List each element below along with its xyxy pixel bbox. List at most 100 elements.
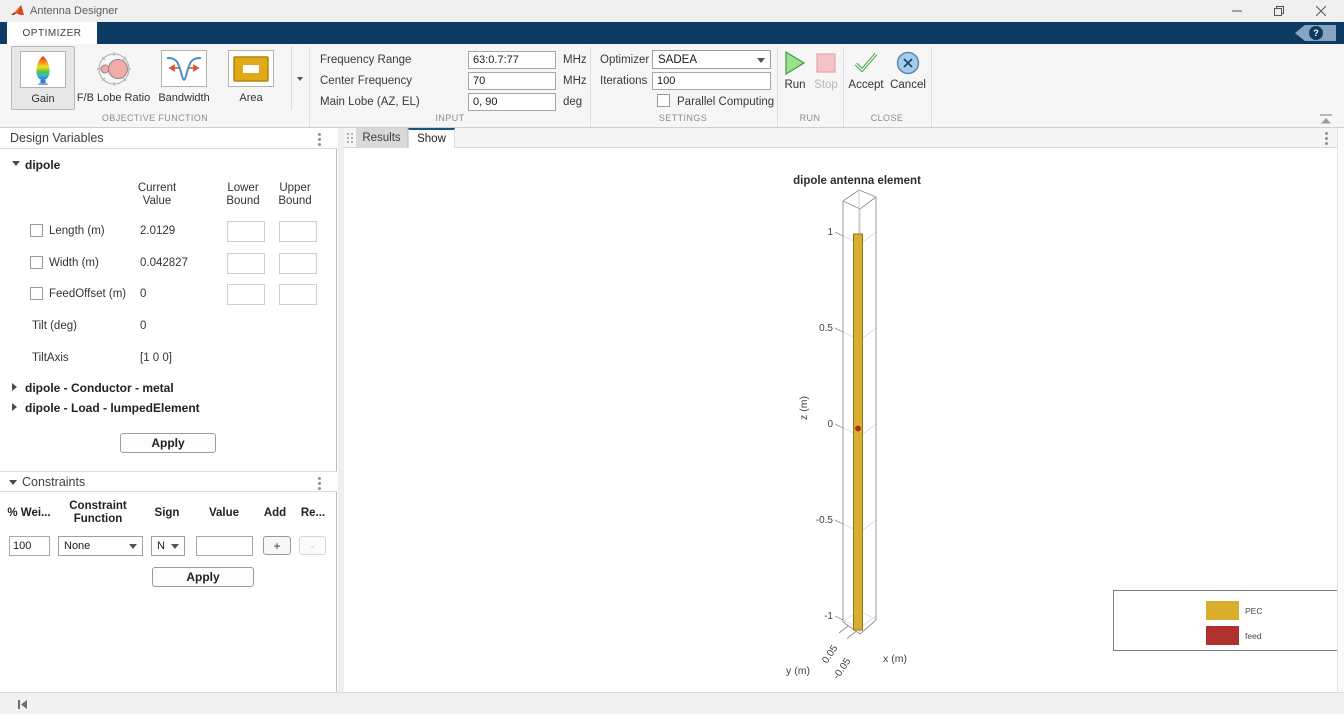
center-frequency-input[interactable]	[468, 72, 556, 90]
run-button[interactable]: Run	[781, 51, 809, 91]
objective-bandwidth-label: Bandwidth	[158, 92, 209, 104]
toolstrip-tab-bar: OPTIMIZER	[0, 22, 1344, 44]
tree-node-conductor-label: dipole - Conductor - metal	[25, 381, 174, 395]
z-tick-m1: -1	[824, 611, 833, 622]
z-tick-0p5: 0.5	[819, 323, 833, 334]
legend-label-feed: feed	[1245, 631, 1262, 641]
constraints-apply-button[interactable]: Apply	[152, 567, 254, 587]
accept-check-icon	[853, 51, 879, 75]
feedoffset-current-value: 0	[140, 288, 146, 300]
iterations-input[interactable]	[652, 72, 771, 90]
close-window-button[interactable]	[1306, 0, 1336, 22]
viewer-tab-bar: Results Show	[344, 128, 1337, 148]
z-tick-1: 1	[827, 227, 833, 238]
tiltaxis-label: TiltAxis	[32, 352, 69, 364]
kebab-menu-icon[interactable]	[1325, 132, 1328, 135]
kebab-menu-icon[interactable]	[318, 133, 321, 136]
tree-node-conductor[interactable]: dipole - Conductor - metal	[0, 379, 337, 397]
parallel-computing-checkbox[interactable]	[657, 94, 670, 107]
accept-label: Accept	[848, 79, 883, 91]
width-upper-bound-input[interactable]	[279, 253, 317, 274]
frequency-range-unit: MHz	[563, 51, 587, 69]
main-lobe-unit: deg	[563, 93, 582, 111]
drag-handle[interactable]	[347, 133, 354, 144]
minimize-button[interactable]	[1222, 0, 1252, 22]
feed-point	[855, 426, 860, 431]
col-constraint-function: Constraint Function	[57, 500, 139, 526]
accept-button[interactable]: Accept	[848, 51, 884, 91]
antenna-designer-window: Antenna Designer OPTIMIZER ?	[0, 0, 1344, 714]
window-title: Antenna Designer	[30, 0, 118, 22]
chevron-down-icon	[171, 544, 179, 553]
x-axis-label: x (m)	[883, 653, 907, 665]
plot-title: dipole antenna element	[793, 175, 921, 187]
stop-button[interactable]: Stop	[811, 51, 841, 91]
objective-gallery-dropdown[interactable]	[291, 46, 308, 110]
tab-optimizer[interactable]: OPTIMIZER	[7, 22, 97, 44]
optimizer-value: SADEA	[658, 54, 697, 66]
design-variables-title: Design Variables	[10, 131, 104, 145]
z-tick-marks	[835, 232, 843, 620]
objective-fb-lobe-ratio-label: F/B Lobe Ratio	[77, 92, 150, 104]
col-upper-bound: Upper Bound	[272, 182, 318, 208]
matlab-logo-icon	[10, 4, 26, 18]
add-constraint-button[interactable]: +	[263, 536, 291, 555]
collapse-triangle-icon[interactable]	[9, 480, 17, 489]
status-bar	[0, 692, 1344, 714]
design-variables-apply-button[interactable]: Apply	[120, 433, 216, 453]
objective-bandwidth-button[interactable]: Bandwidth	[154, 46, 214, 110]
antenna-3d-plot[interactable]: dipole antenna element	[700, 160, 1000, 690]
col-current-value: Current Value	[128, 182, 186, 208]
parallel-computing-label: Parallel Computing	[677, 93, 774, 111]
tree-node-load[interactable]: dipole - Load - lumpedElement	[0, 399, 337, 417]
length-checkbox[interactable]	[30, 224, 43, 237]
bandwidth-icon	[161, 50, 207, 87]
tab-results[interactable]: Results	[356, 128, 408, 148]
col-lower-bound: Lower Bound	[220, 182, 266, 208]
feedoffset-checkbox[interactable]	[30, 287, 43, 300]
objective-fb-lobe-ratio-button[interactable]: F/B Lobe Ratio	[74, 46, 153, 110]
area-icon	[228, 50, 274, 87]
dipole-strip	[854, 234, 863, 630]
title-bar: Antenna Designer	[0, 0, 1344, 22]
constraints-title: Constraints	[22, 475, 85, 489]
kebab-menu-icon[interactable]	[318, 477, 321, 480]
constraint-value-input[interactable]	[196, 536, 253, 556]
frequency-range-input[interactable]	[468, 51, 556, 69]
feedoffset-upper-bound-input[interactable]	[279, 284, 317, 305]
remove-constraint-button[interactable]: -	[299, 536, 326, 555]
y-tick-0p05: 0.05	[820, 643, 840, 666]
left-panel: Design Variables dipole Current Value Lo…	[0, 128, 337, 692]
design-variables-header: Design Variables	[0, 128, 337, 149]
weight-input[interactable]	[9, 536, 50, 556]
chevron-down-icon	[297, 77, 303, 84]
objective-gain-button[interactable]: Gain	[11, 46, 75, 110]
tree-node-dipole[interactable]: dipole	[0, 156, 337, 174]
collapse-ribbon-button[interactable]	[1318, 114, 1334, 125]
restore-button[interactable]	[1264, 0, 1294, 22]
run-section-label: RUN	[777, 113, 843, 127]
constraint-function-dropdown[interactable]: None	[58, 536, 143, 556]
help-icon: ?	[1309, 26, 1323, 40]
cancel-button[interactable]: Cancel	[890, 51, 926, 91]
optimizer-label: Optimizer	[600, 51, 649, 69]
width-checkbox[interactable]	[30, 256, 43, 269]
main-lobe-input[interactable]	[468, 93, 556, 111]
run-label: Run	[784, 79, 805, 91]
optimizer-dropdown[interactable]: SADEA	[652, 50, 771, 69]
feedoffset-lower-bound-input[interactable]	[227, 284, 265, 305]
objective-area-button[interactable]: Area	[216, 46, 286, 110]
section-divider	[931, 47, 932, 127]
vertical-scrollbar[interactable]	[1337, 128, 1344, 692]
optimizer-ribbon: Gain F/B Lobe Ratio	[0, 44, 1344, 128]
collapse-panel-icon[interactable]	[17, 699, 28, 710]
length-upper-bound-input[interactable]	[279, 221, 317, 242]
sign-dropdown[interactable]: N	[151, 536, 185, 556]
col-weight: % Wei...	[6, 507, 52, 520]
tab-show[interactable]: Show	[408, 128, 455, 148]
length-lower-bound-input[interactable]	[227, 221, 265, 242]
legend-swatch-pec	[1206, 601, 1239, 620]
tab-optimizer-label: OPTIMIZER	[23, 28, 82, 39]
width-lower-bound-input[interactable]	[227, 253, 265, 274]
z-tick-m0p5: -0.5	[816, 515, 834, 526]
